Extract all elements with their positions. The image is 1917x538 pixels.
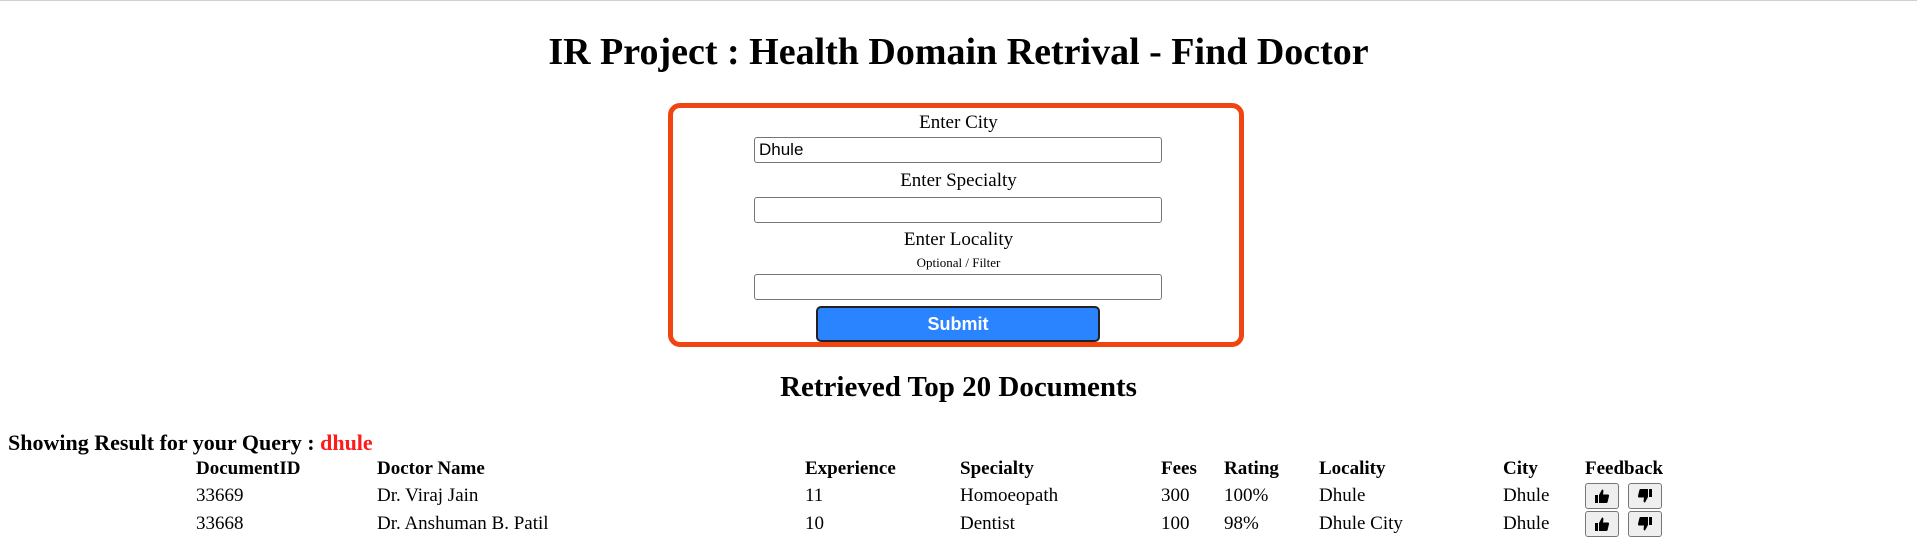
query-prefix: Showing Result for your Query : (8, 430, 315, 455)
cell-fees: 100 (1161, 513, 1190, 534)
results-heading: Retrieved Top 20 Documents (780, 371, 1137, 403)
query-term: dhule (320, 430, 373, 455)
query-summary: Showing Result for your Query : dhule (8, 430, 373, 456)
column-header-rating: Rating (1224, 458, 1279, 479)
cell-document-id: 33668 (196, 513, 244, 534)
table-header-row: DocumentID Doctor Name Experience Specia… (196, 456, 1705, 482)
thumbs-up-icon (1595, 517, 1610, 532)
cell-specialty: Homoeopath (960, 485, 1059, 506)
cell-feedback (1585, 482, 1705, 510)
cell-locality: Dhule (1319, 485, 1366, 506)
city-input[interactable] (754, 137, 1162, 163)
thumbs-down-icon (1637, 489, 1652, 503)
thumbs-down-button[interactable] (1628, 511, 1662, 537)
specialty-input[interactable] (754, 197, 1162, 223)
locality-input[interactable] (754, 274, 1162, 300)
column-header-feedback: Feedback (1585, 458, 1664, 479)
thumbs-up-button[interactable] (1585, 511, 1619, 537)
results-table: DocumentID Doctor Name Experience Specia… (196, 456, 1705, 538)
submit-button[interactable]: Submit (816, 306, 1100, 342)
locality-hint: Optional / Filter (916, 255, 1001, 270)
cell-experience: 10 (805, 513, 824, 534)
thumbs-down-icon (1637, 517, 1652, 531)
cell-fees: 300 (1161, 485, 1190, 506)
column-header-locality: Locality (1319, 458, 1386, 479)
cell-doctor-name: Dr. Anshuman B. Patil (377, 513, 549, 534)
city-label: Enter City (919, 112, 998, 133)
cell-rating: 100% (1224, 485, 1269, 506)
cell-rating: 98% (1224, 513, 1259, 534)
top-border (0, 0, 1917, 1)
cell-locality: Dhule City (1319, 513, 1403, 534)
column-header-doctor-name: Doctor Name (377, 458, 485, 479)
cell-feedback (1585, 510, 1705, 538)
thumbs-down-button[interactable] (1628, 483, 1662, 509)
cell-doctor-name: Dr. Viraj Jain (377, 485, 479, 506)
thumbs-up-button[interactable] (1585, 483, 1619, 509)
cell-document-id: 33669 (196, 485, 244, 506)
table-row: 33668 Dr. Anshuman B. Patil 10 Dentist 1… (196, 510, 1705, 538)
cell-specialty: Dentist (960, 513, 1015, 534)
table-row: 33669 Dr. Viraj Jain 11 Homoeopath 300 1… (196, 482, 1705, 510)
column-header-experience: Experience (805, 458, 896, 479)
thumbs-up-icon (1595, 489, 1610, 504)
locality-label: Enter Locality (903, 229, 1014, 250)
column-header-document-id: DocumentID (196, 458, 301, 479)
specialty-label: Enter Specialty (900, 170, 1017, 191)
column-header-city: City (1503, 458, 1538, 479)
column-header-fees: Fees (1161, 458, 1197, 479)
cell-city: Dhule (1503, 513, 1550, 534)
page-title: IR Project : Health Domain Retrival - Fi… (548, 31, 1369, 73)
cell-city: Dhule (1503, 485, 1550, 506)
column-header-specialty: Specialty (960, 458, 1034, 479)
cell-experience: 11 (805, 485, 824, 506)
